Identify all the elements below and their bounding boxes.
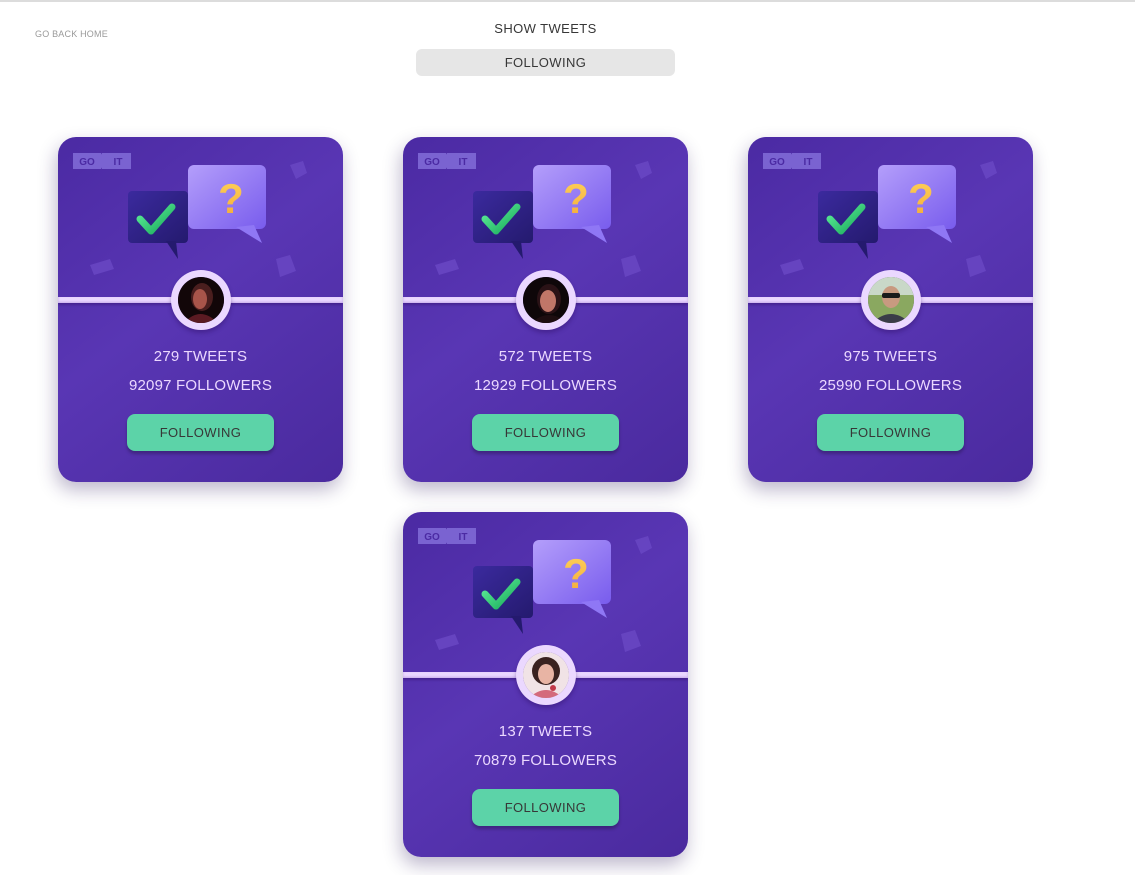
following-button[interactable]: FOLLOWING [472,414,619,451]
tweets-count: 975 TWEETS [843,348,938,365]
following-button[interactable]: FOLLOWING [472,789,619,826]
followers-count: 70879 FOLLOWERS [473,752,618,769]
followers-count: 25990 FOLLOWERS [818,377,963,394]
followers-count: 92097 FOLLOWERS [128,377,273,394]
svg-text:IT: IT [804,157,813,168]
user-card: ? GO IT 572 TWEETS 12929 FOLLOWERS FOLLO… [403,137,688,482]
avatar [178,277,224,323]
svg-text:?: ? [563,175,589,222]
goit-logo: GO IT [763,153,821,169]
avatar-ring [171,270,231,330]
goit-logo: GO IT [418,153,476,169]
svg-text:GO: GO [79,157,95,168]
svg-text:GO: GO [424,157,440,168]
svg-text:GO: GO [769,157,785,168]
tweets-count: 137 TWEETS [498,723,593,740]
avatar [523,652,569,698]
filter-selected-value: FOLLOWING [504,55,587,70]
goit-logo: GO IT [73,153,131,169]
filter-title: SHOW TWEETS [494,21,597,36]
svg-text:IT: IT [114,157,123,168]
avatar [868,277,914,323]
following-button[interactable]: FOLLOWING [817,414,964,451]
svg-text:?: ? [218,175,244,222]
avatar-ring [861,270,921,330]
svg-text:IT: IT [459,532,468,543]
svg-text:GO: GO [424,532,440,543]
svg-text:IT: IT [459,157,468,168]
avatar-ring [516,270,576,330]
svg-text:?: ? [908,175,934,222]
user-card: ? GO IT 975 TWEETS 25990 FOLLOWERS FOLLO… [748,137,1033,482]
user-card: ? GO IT 137 TWEETS 70879 FOLLOWERS FOLLO… [403,512,688,857]
avatar [523,277,569,323]
tweets-count: 572 TWEETS [498,348,593,365]
tweets-count: 279 TWEETS [153,348,248,365]
top-rule [0,0,1135,2]
user-card: ? GO IT 279 TWEETS 92097 FOLLOWERS FOLLO… [58,137,343,482]
tweets-filter-select[interactable]: FOLLOWING [416,49,675,76]
svg-text:?: ? [563,550,589,597]
avatar-ring [516,645,576,705]
go-back-home-link[interactable]: GO BACK HOME [35,29,108,39]
goit-logo: GO IT [418,528,476,544]
following-button[interactable]: FOLLOWING [127,414,274,451]
followers-count: 12929 FOLLOWERS [473,377,618,394]
